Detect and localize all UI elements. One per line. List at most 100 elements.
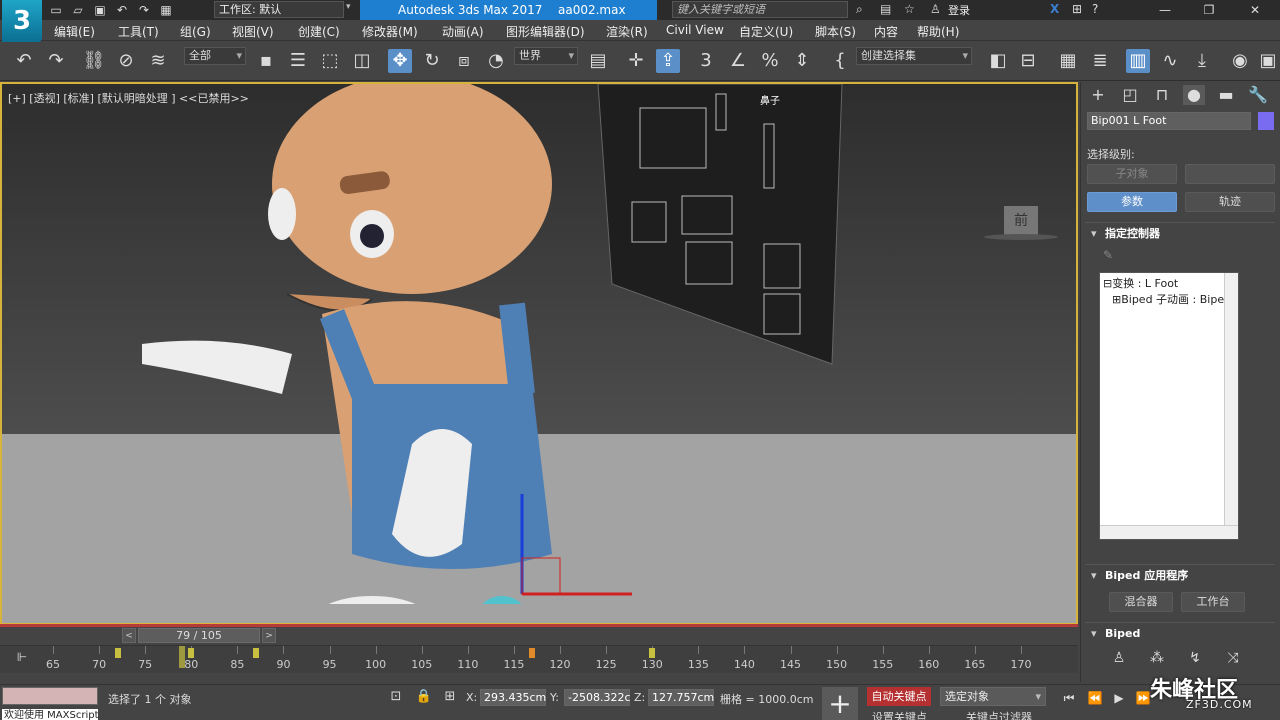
cartoon-character[interactable]	[122, 84, 682, 604]
new-file-icon[interactable]: ▭	[48, 2, 64, 18]
save-icon[interactable]: ▣	[92, 2, 108, 18]
time-slider-handle[interactable]: 79 / 105	[138, 628, 260, 643]
select-object-icon[interactable]: ▪	[254, 49, 278, 73]
curve-editor-icon[interactable]: ∿	[1158, 49, 1182, 73]
login-label[interactable]: 登录	[948, 2, 970, 18]
tree-horizontal-scrollbar[interactable]	[1100, 525, 1238, 539]
isolate-selection-icon[interactable]: ⊡	[386, 687, 406, 707]
tree-item-transform[interactable]: ⊟变换 : L Foot	[1103, 275, 1178, 291]
animation-key[interactable]	[188, 648, 195, 658]
selection-filter-dropdown[interactable]: 全部	[184, 47, 246, 65]
track-bar[interactable]: ⊩ 65 70 75 80 85 90 95 100 105 110 115 120 125 130 135…	[0, 645, 1078, 673]
link-icon[interactable]: ⛓	[82, 49, 106, 73]
undo-icon[interactable]: ↶	[12, 49, 36, 73]
mirror-icon[interactable]: ◧	[986, 49, 1010, 73]
prev-frame-arrow-icon[interactable]: <	[122, 628, 136, 643]
spinner-snap-icon[interactable]: ⇕	[790, 49, 814, 73]
sub-object-button[interactable]: 子对象	[1087, 164, 1177, 184]
x-coordinate-field[interactable]: 293.435cm	[480, 689, 546, 706]
scale-icon[interactable]: ⧈	[452, 49, 476, 73]
hierarchy-tab-icon[interactable]: ⊓	[1151, 85, 1173, 105]
animation-key[interactable]	[649, 648, 656, 658]
schematic-view-icon[interactable]: ⤓	[1190, 49, 1214, 73]
percent-snap-icon[interactable]: %	[758, 49, 782, 73]
app-logo[interactable]: 3	[2, 0, 42, 42]
menu-modifiers[interactable]: 修改器(M)	[362, 23, 418, 40]
edit-named-selection-icon[interactable]: {	[828, 49, 852, 73]
menu-rendering[interactable]: 渲染(R)	[606, 23, 648, 40]
key-mode-dropdown[interactable]: 选定对象	[940, 687, 1046, 706]
reference-coord-dropdown[interactable]: 世界	[514, 47, 578, 65]
move-icon[interactable]: ✥	[388, 49, 412, 73]
object-color-swatch[interactable]	[1258, 112, 1274, 130]
open-mini-curve-editor-icon[interactable]: ⊩	[12, 648, 32, 666]
viewcube[interactable]: 前	[1004, 206, 1038, 236]
align-icon[interactable]: ⊟	[1016, 49, 1040, 73]
modify-tab-icon[interactable]: ◰	[1119, 85, 1141, 105]
project-icon[interactable]: ▦	[158, 2, 174, 18]
window-crossing-icon[interactable]: ◫	[350, 49, 374, 73]
menu-create[interactable]: 创建(C)	[298, 23, 340, 40]
play-icon[interactable]: ▶	[1110, 689, 1128, 707]
parameters-button[interactable]: 参数	[1087, 192, 1177, 212]
biped-rollout[interactable]: Biped	[1085, 624, 1275, 644]
pivot-center-icon[interactable]: ▤	[586, 49, 610, 73]
animation-key[interactable]	[114, 648, 121, 658]
menu-edit[interactable]: 编辑(E)	[54, 23, 95, 40]
set-key-button[interactable]: 设置关键点	[872, 709, 927, 720]
tree-vertical-scrollbar[interactable]	[1224, 273, 1238, 525]
undo-icon[interactable]: ↶	[114, 2, 130, 18]
menu-animation[interactable]: 动画(A)	[442, 23, 484, 40]
menu-group[interactable]: 组(G)	[180, 23, 211, 40]
tree-item-biped-subanim[interactable]: ⊞Biped 子动画 : Biped	[1112, 291, 1231, 307]
time-slider[interactable]: < 79 / 105 >	[0, 627, 1078, 645]
keyboard-shortcut-icon[interactable]: ⇪	[656, 49, 680, 73]
object-name-field[interactable]: Bip001 L Foot	[1087, 112, 1251, 130]
unlink-icon[interactable]: ⊘	[114, 49, 138, 73]
named-selection-dropdown[interactable]: 创建选择集	[856, 47, 972, 65]
gizmo-plane-handle[interactable]	[521, 557, 561, 595]
assign-controller-icon[interactable]: ✎	[1099, 246, 1117, 264]
chevron-down-icon[interactable]: ▾	[346, 2, 360, 18]
select-manipulate-icon[interactable]: ✛	[624, 49, 648, 73]
redo-icon[interactable]: ↷	[44, 49, 68, 73]
render-setup-icon[interactable]: ▣	[1256, 49, 1280, 73]
menu-tools[interactable]: 工具(T)	[118, 23, 159, 40]
communication-icon[interactable]: ▤	[880, 2, 891, 16]
minimize-icon[interactable]: —	[1150, 0, 1180, 20]
controller-tree[interactable]: ⊟变换 : L Foot ⊞Biped 子动画 : Biped	[1099, 272, 1239, 540]
selected-foot-highlight[interactable]	[474, 596, 530, 604]
selection-lock-icon[interactable]: 🔒	[414, 687, 434, 707]
ribbon-toggle-icon[interactable]: ▥	[1126, 49, 1150, 73]
biped-apps-rollout[interactable]: Biped 应用程序	[1085, 566, 1275, 586]
favorites-star-icon[interactable]: ☆	[904, 2, 915, 16]
animation-key[interactable]	[252, 648, 259, 658]
absolute-mode-icon[interactable]: ⊞	[440, 687, 460, 707]
figure-mode-icon[interactable]: ♙	[1109, 648, 1129, 668]
viewport-label[interactable]: [+] [透视] [标准] [默认明暗处理 ] <<已禁用>>	[8, 90, 249, 106]
motion-flow-icon[interactable]: ↯	[1185, 648, 1205, 668]
bind-space-warp-icon[interactable]: ≋	[146, 49, 170, 73]
perspective-viewport[interactable]: [+] [透视] [标准] [默认明暗处理 ] <<已禁用>> 鼻子 前	[0, 82, 1078, 625]
menu-scripting[interactable]: 脚本(S)	[815, 23, 856, 40]
add-time-tag-plus-icon[interactable]: +	[822, 687, 858, 720]
mixer-mode-icon[interactable]: ⤨	[1223, 648, 1243, 668]
rotate-icon[interactable]: ↻	[420, 49, 444, 73]
trajectories-button[interactable]: 轨迹	[1185, 192, 1275, 212]
select-by-name-icon[interactable]: ☰	[286, 49, 310, 73]
display-tab-icon[interactable]: ▬	[1215, 85, 1237, 105]
prev-frame-icon[interactable]: ⏪	[1086, 689, 1104, 707]
menu-help[interactable]: 帮助(H)	[917, 23, 959, 40]
layer-manager-icon[interactable]: ≣	[1088, 49, 1112, 73]
place-icon[interactable]: ◔	[484, 49, 508, 73]
key-filters-button[interactable]: 关键点过滤器	[966, 709, 1032, 720]
rectangular-selection-icon[interactable]: ⬚	[318, 49, 342, 73]
footstep-mode-icon[interactable]: ⁂	[1147, 648, 1167, 668]
angle-snap-icon[interactable]: ∠	[726, 49, 750, 73]
close-icon[interactable]: ✕	[1240, 0, 1270, 20]
exchange-x-icon[interactable]: X	[1050, 2, 1059, 16]
animation-key[interactable]	[529, 648, 536, 658]
mixer-button[interactable]: 混合器	[1109, 592, 1173, 612]
sub-object-dropdown[interactable]	[1185, 164, 1275, 184]
redo-icon[interactable]: ↷	[136, 2, 152, 18]
